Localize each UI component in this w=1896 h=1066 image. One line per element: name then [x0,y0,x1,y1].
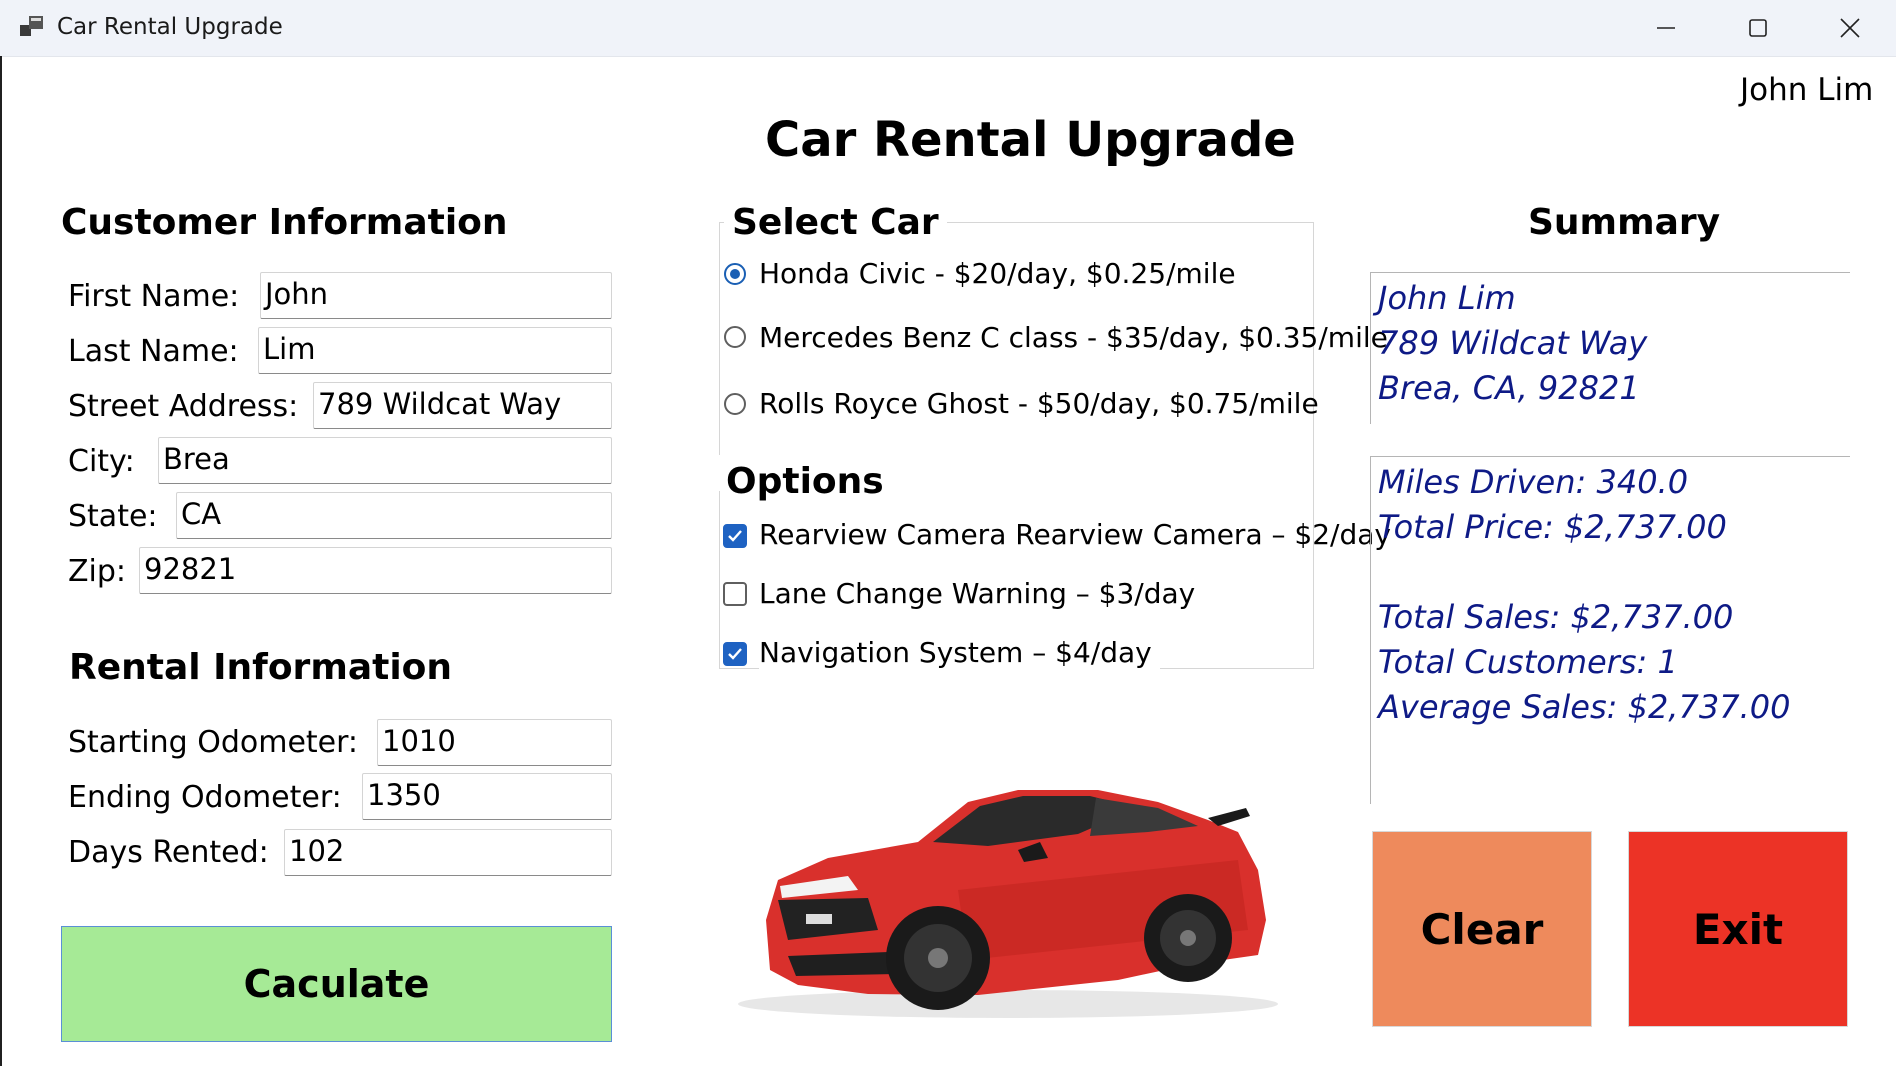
window-title: Car Rental Upgrade [57,14,283,40]
summary-name: John Lim [1378,279,1516,317]
car-label-honda[interactable]: Honda Civic - $20/day, $0.25/mile [759,257,1236,290]
summary-city-state-zip: Brea, CA, 92821 [1378,369,1640,407]
zip-field[interactable]: 92821 [139,547,612,594]
option-check-rearview-camera[interactable] [723,524,747,548]
close-icon [1840,18,1860,38]
days-rented-label: Days Rented: [68,835,269,870]
option-label-navigation[interactable]: Navigation System – $4/day [759,636,1160,669]
select-car-heading: Select Car [724,202,947,243]
first-name-field[interactable]: John [260,272,612,319]
car-image [738,790,1278,1018]
first-name-label: First Name: [68,279,240,314]
options-heading: Options [726,461,884,502]
summary-total-customers: Total Customers: 1 [1378,643,1678,681]
car-radio-mercedes[interactable] [724,326,746,348]
maximize-icon [1749,19,1767,37]
app-icon [20,16,43,36]
option-label-rearview-camera[interactable]: Rearview Camera Rearview Camera – $2/day [759,518,1391,551]
clear-button-label: Clear [1420,904,1544,954]
summary-total-price: Total Price: $2,737.00 [1378,508,1727,546]
state-label: State: [68,499,158,534]
car-label-mercedes[interactable]: Mercedes Benz C class - $35/day, $0.35/m… [759,321,1388,354]
exit-button[interactable]: Exit [1628,831,1848,1027]
clear-button[interactable]: Clear [1372,831,1592,1027]
street-address-label: Street Address: [68,389,299,424]
close-button[interactable] [1804,0,1896,56]
summary-average-sales: Average Sales: $2,737.00 [1378,688,1791,726]
option-check-navigation[interactable] [723,642,747,666]
zip-label: Zip: [68,554,127,589]
option-check-lane-change[interactable] [723,582,747,606]
checkmark-icon [728,530,742,542]
city-field[interactable]: Brea [158,437,612,484]
car-radio-honda[interactable] [724,263,746,285]
summary-heading: Summary [1528,202,1721,243]
summary-total-sales: Total Sales: $2,737.00 [1378,598,1734,636]
calculate-button[interactable]: Caculate [61,926,612,1042]
starting-odometer-field[interactable]: 1010 [377,719,612,766]
summary-miles-driven: Miles Driven: 340.0 [1378,463,1689,501]
minimize-button[interactable] [1620,0,1712,56]
customer-info-heading: Customer Information [61,202,508,243]
summary-address-left-border [1370,272,1371,424]
window-edge [0,56,2,1066]
starting-odometer-label: Starting Odometer: [68,725,359,760]
calculate-button-label: Caculate [243,962,430,1006]
street-address-field[interactable]: 789 Wildcat Way [313,382,612,429]
summary-totals-top-border [1370,456,1850,457]
summary-street: 789 Wildcat Way [1378,324,1648,362]
minimize-icon [1657,27,1675,29]
title-bar [0,0,1896,57]
state-field[interactable]: CA [176,492,612,539]
ending-odometer-field[interactable]: 1350 [362,773,612,820]
summary-totals-left-border [1370,456,1371,804]
last-name-field[interactable]: Lim [258,327,612,374]
maximize-button[interactable] [1712,0,1804,56]
city-label: City: [68,444,135,479]
summary-top-border [1370,272,1850,273]
ending-odometer-label: Ending Odometer: [68,780,342,815]
days-rented-field[interactable]: 102 [284,829,612,876]
page-title: Car Rental Upgrade [765,112,1296,168]
checkmark-icon [728,648,742,660]
car-radio-rolls-royce[interactable] [724,393,746,415]
exit-button-label: Exit [1692,904,1784,954]
option-label-lane-change[interactable]: Lane Change Warning – $3/day [759,577,1195,610]
user-name: John Lim [1740,72,1874,108]
rental-info-heading: Rental Information [69,647,453,688]
car-label-rolls-royce[interactable]: Rolls Royce Ghost - $50/day, $0.75/mile [759,387,1319,420]
last-name-label: Last Name: [68,334,239,369]
